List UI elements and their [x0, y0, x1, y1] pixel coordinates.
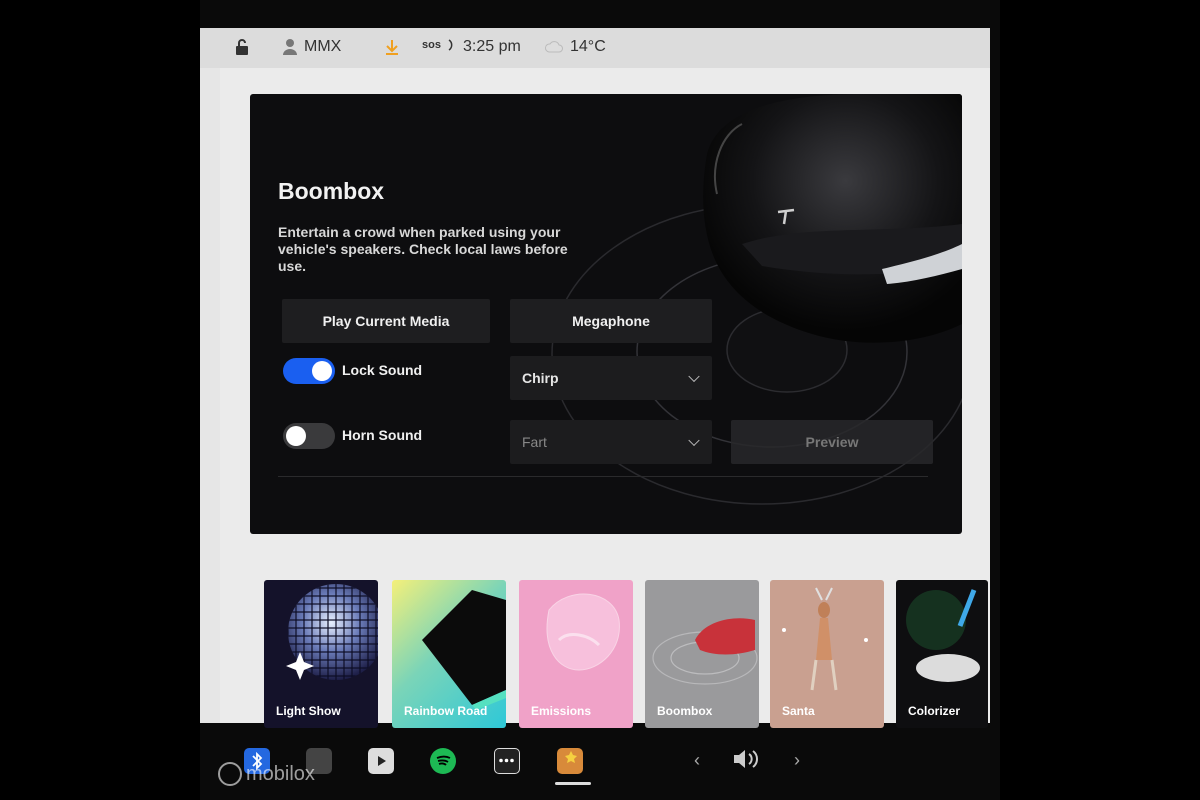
card-light-show[interactable]: Light Show — [264, 580, 378, 728]
lock-sound-value: Chirp — [522, 370, 559, 386]
card-label: Emissions — [531, 704, 592, 718]
horn-sound-toggle[interactable] — [283, 423, 335, 449]
more-apps-icon[interactable] — [494, 748, 520, 774]
volume-icon[interactable] — [730, 746, 762, 777]
chevron-down-icon — [688, 370, 700, 383]
app-window: MMX sos 3:25 pm 14°C Boombox Entertain a… — [200, 28, 990, 728]
sos-button[interactable]: sos — [422, 38, 457, 52]
profile-button[interactable]: MMX — [282, 38, 341, 56]
status-bar: MMX sos 3:25 pm 14°C — [200, 28, 990, 68]
horn-sound-dropdown[interactable]: Fart — [510, 420, 712, 464]
profile-name: MMX — [304, 38, 342, 55]
lock-sound-label: Lock Sound — [342, 362, 423, 378]
person-icon — [283, 39, 297, 55]
card-label: Rainbow Road — [404, 704, 488, 718]
megaphone-button[interactable]: Megaphone — [510, 299, 712, 343]
card-santa[interactable]: Santa — [770, 580, 884, 728]
boombox-panel: Boombox Entertain a crowd when parked us… — [250, 94, 962, 534]
volume-up-chevron-icon[interactable]: › — [794, 750, 800, 771]
toybox-cards: Light Show Rainbow Road Emissions Boombo… — [264, 580, 994, 735]
boombox-description: Entertain a crowd when parked using your… — [278, 224, 568, 274]
preview-button[interactable]: Preview — [731, 420, 933, 464]
weather: 14°C — [544, 38, 606, 56]
spotify-icon[interactable] — [430, 748, 456, 774]
card-label: Boombox — [657, 704, 713, 718]
download-icon[interactable] — [384, 38, 400, 56]
card-label: Light Show — [276, 704, 341, 718]
media-icon[interactable] — [368, 748, 394, 774]
page-title: Boombox — [278, 178, 385, 204]
toggle-knob — [312, 361, 332, 381]
cloud-icon — [545, 41, 563, 53]
divider — [278, 476, 928, 477]
play-current-media-button[interactable]: Play Current Media — [282, 299, 490, 343]
card-label: Santa — [782, 704, 815, 718]
watermark-logo-icon — [218, 762, 242, 786]
sos-signal-icon — [448, 39, 453, 51]
volume-down-chevron-icon[interactable]: ‹ — [694, 750, 700, 771]
card-boombox[interactable]: Boombox — [645, 580, 759, 728]
card-rainbow-road[interactable]: Rainbow Road — [392, 580, 506, 728]
sos-label: sos — [422, 39, 441, 51]
touchscreen: MMX sos 3:25 pm 14°C Boombox Entertain a… — [200, 0, 1000, 800]
toggle-knob — [286, 426, 306, 446]
lock-sound-dropdown[interactable]: Chirp — [510, 356, 712, 400]
dock: ‹ › mobilox — [200, 728, 1000, 800]
watermark: mobilox — [218, 762, 315, 786]
active-app-indicator — [555, 782, 591, 785]
card-colorizer[interactable]: Colorizer — [896, 580, 988, 728]
chevron-down-icon — [688, 434, 700, 447]
lock-sound-toggle[interactable] — [283, 358, 335, 384]
horn-sound-value: Fart — [522, 434, 547, 450]
clock: 3:25 pm — [463, 38, 521, 55]
horn-sound-label: Horn Sound — [342, 427, 423, 443]
toybox-icon[interactable] — [557, 748, 583, 774]
lock-icon[interactable] — [234, 38, 250, 56]
card-label: Colorizer — [908, 704, 961, 718]
card-emissions[interactable]: Emissions — [519, 580, 633, 728]
